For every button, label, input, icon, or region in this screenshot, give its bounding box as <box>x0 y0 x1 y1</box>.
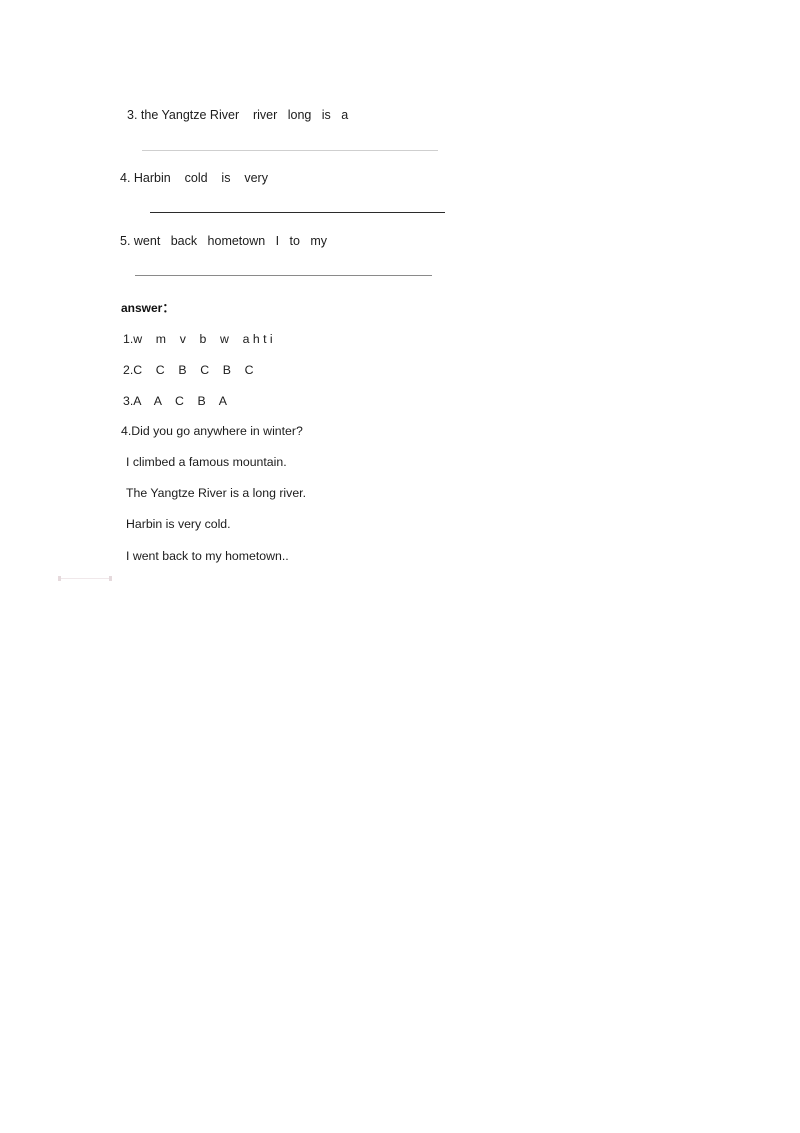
answer-key-line-2: 2.C C B C B C <box>123 363 254 377</box>
answer-key-sentence-3: Harbin is very cold. <box>126 517 231 531</box>
answer-key-line-3: 3.A A C B A <box>123 394 227 408</box>
answer-key-sentence-2: The Yangtze River is a long river. <box>126 486 306 500</box>
answer-blank-rule-5 <box>135 275 432 276</box>
answer-key-sentence-4: I went back to my hometown.. <box>126 549 289 563</box>
answer-blank-rule-4 <box>150 212 445 213</box>
answer-key-sentence-1: I climbed a famous mountain. <box>126 455 287 469</box>
exercise-item-3: 3. the Yangtze River river long is a <box>127 108 349 122</box>
answer-key-heading: answer： <box>121 301 175 315</box>
answer-key-line-4: 4.Did you go anywhere in winter? <box>121 424 303 438</box>
answer-blank-rule-3 <box>142 150 438 151</box>
document-page: 3. the Yangtze River river long is a 4. … <box>0 0 800 1133</box>
exercise-item-5: 5. went back hometown I to my <box>120 234 328 248</box>
scan-artifact-line <box>58 576 112 581</box>
exercise-item-4: 4. Harbin cold is very <box>120 171 268 185</box>
answer-key-line-1: 1.w m v b w a h t i <box>123 332 273 346</box>
